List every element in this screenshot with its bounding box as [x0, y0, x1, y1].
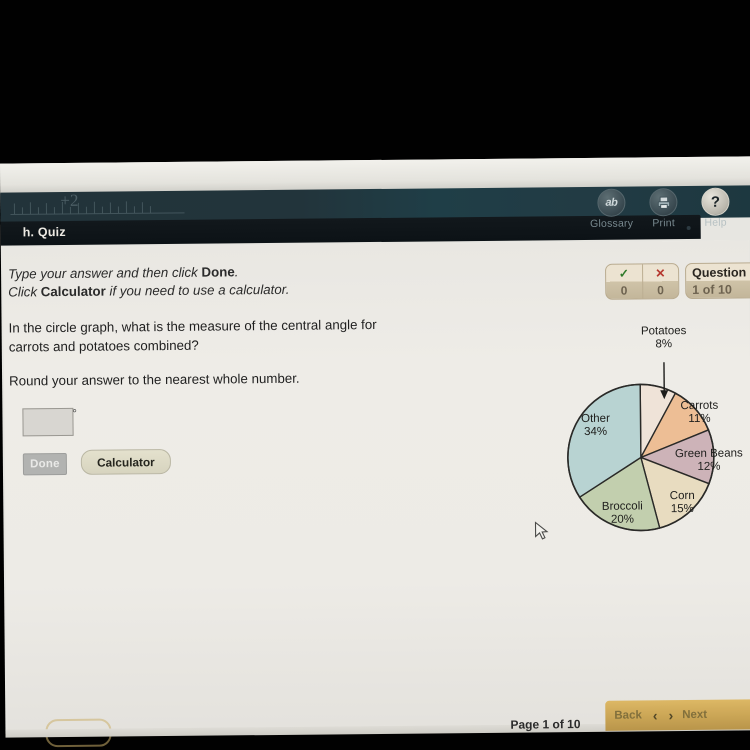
help-icon: ? [701, 187, 730, 216]
help-label: Help [704, 216, 727, 229]
calculator-button[interactable]: Calculator [80, 448, 172, 475]
glossary-label: Glossary [590, 217, 634, 230]
prev-page-icon[interactable]: ‹ [653, 707, 658, 723]
print-icon [649, 188, 678, 217]
letterbox-top [0, 0, 750, 163]
next-button[interactable]: Next [682, 709, 707, 721]
page-indicator: Page 1 of 10 [510, 717, 581, 732]
header-plus2-label: +2 [60, 190, 79, 211]
next-page-icon[interactable]: › [668, 707, 673, 723]
quiz-application-window: +2 h. Quiz ab Glossary Print ? Help Type… [0, 156, 750, 748]
cross-icon: ✕ [655, 265, 666, 280]
question-label: Question [692, 264, 747, 280]
instructions-text: Type your answer and then click Done. Cl… [8, 261, 438, 301]
done-button[interactable]: Done [22, 452, 68, 476]
glossary-icon: ab [597, 188, 626, 217]
correct-score-cell: ✓ 0 [606, 264, 642, 298]
slice-label-other: Other 34% [581, 412, 610, 439]
slice-label-corn: Corn 15% [669, 489, 695, 516]
slice-label-green-beans: Green Beans 12% [674, 447, 743, 473]
print-label: Print [652, 217, 675, 230]
circle-graph: Potatoes 8% Carrots 11% Green Beans 12% … [530, 321, 750, 553]
navigation-bar: Back ‹ › Next [605, 699, 750, 731]
incorrect-score-cell: ✕ 0 [641, 264, 679, 299]
correct-count: 0 [620, 283, 628, 298]
degree-symbol-label: ° [72, 407, 77, 420]
question-text: In the circle graph, what is the measure… [8, 316, 377, 355]
screenshot-root: +2 h. Quiz ab Glossary Print ? Help Type… [0, 0, 750, 750]
incorrect-count: 0 [657, 282, 664, 297]
print-button[interactable]: Print [636, 188, 690, 230]
question-progress-badge: Question 1 of 10 [685, 262, 750, 300]
check-icon: ✓ [618, 266, 629, 281]
score-badge: ✓ 0 ✕ 0 [605, 263, 680, 300]
question-progress: 1 of 10 [692, 282, 732, 297]
back-button[interactable]: Back [614, 709, 642, 721]
slice-label-carrots: Carrots 11% [680, 399, 719, 426]
mouse-cursor-icon [534, 521, 549, 540]
calculator-keyword: Calculator [40, 283, 106, 300]
done-keyword: Done [201, 264, 235, 280]
slice-label-broccoli: Broccoli 20% [601, 500, 643, 526]
ruler-decoration-icon [10, 201, 185, 216]
answer-input[interactable] [22, 407, 74, 437]
page-title: h. Quiz [22, 224, 66, 240]
glossary-button[interactable]: ab Glossary [584, 188, 638, 230]
slice-label-potatoes: Potatoes 8% [640, 325, 687, 351]
help-button[interactable]: ? Help [688, 187, 742, 229]
